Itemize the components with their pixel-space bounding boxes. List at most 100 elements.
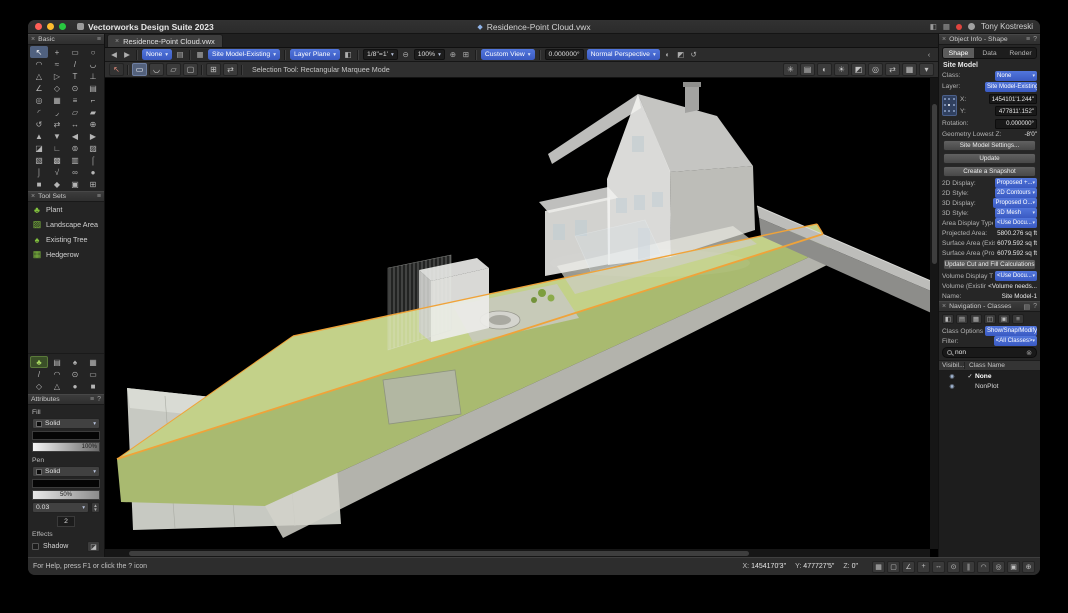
basic-tool-41[interactable]: ⌡ [30, 166, 48, 178]
basic-tool-15[interactable]: ⊙ [66, 82, 84, 94]
layer-scale-dropdown[interactable]: 1/8"=1' ▾ [363, 49, 398, 60]
document-tab[interactable]: × Residence-Point Cloud.vwx [107, 34, 223, 47]
menu-icon[interactable]: ≡ [97, 36, 101, 43]
basic-tool-39[interactable]: ▥ [66, 154, 84, 166]
snap-to-point-icon[interactable]: + [917, 561, 930, 573]
unified-view-icon[interactable]: ◩ [676, 49, 686, 60]
grid-toggle-icon[interactable]: ▦ [902, 63, 917, 76]
tab-data[interactable]: Data [974, 48, 1005, 58]
3d-style-dropdown[interactable]: 3D Mesh ▾ [995, 208, 1037, 218]
projection-dropdown[interactable]: Normal Perspective ▾ [587, 49, 660, 60]
flyover-icon[interactable]: ↺ [689, 49, 699, 60]
collapse-viewbar-icon[interactable]: ‹ [924, 49, 934, 60]
basic-tool-03[interactable]: ▭ [66, 46, 84, 58]
toolset-tool-05[interactable]: / [30, 368, 48, 380]
menubar-extra-icon-2[interactable]: ▦ [943, 22, 950, 31]
basic-tool-42[interactable]: √ [48, 166, 66, 178]
basic-tool-24[interactable]: ▰ [84, 106, 102, 118]
rotation-field[interactable]: 0.000000° [995, 119, 1037, 129]
help-icon[interactable]: ? [97, 396, 101, 403]
toolset-tool-02[interactable]: ▤ [48, 356, 66, 368]
snap-tangent-icon[interactable]: ◠ [977, 561, 990, 573]
basic-tool-28[interactable]: ⊕ [84, 118, 102, 130]
current-tool-icon[interactable]: ↖ [109, 63, 124, 76]
fill-opacity-slider[interactable]: 100% [32, 442, 100, 452]
basic-tool-17[interactable]: ◎ [30, 94, 48, 106]
close-icon[interactable]: × [942, 36, 946, 43]
mode-polygon-marquee[interactable]: ▱ [166, 63, 181, 76]
menu-icon[interactable]: ≡ [1026, 36, 1030, 43]
toolset-tool-09[interactable]: ◇ [30, 380, 48, 392]
basic-tool-44[interactable]: ● [84, 166, 102, 178]
basic-tool-20[interactable]: ⌐ [84, 94, 102, 106]
object-layer-dropdown[interactable]: Site Model-Existing ▾ [985, 82, 1037, 92]
basic-tool-32[interactable]: ▶ [84, 130, 102, 142]
tool-selection[interactable]: ↖ [30, 46, 48, 58]
update-cut-fill-button[interactable]: Update Cut and Fill Calculations [943, 259, 1036, 270]
basic-tool-48[interactable]: ⊞ [84, 178, 102, 190]
basic-tool-37[interactable]: ▧ [30, 154, 48, 166]
basic-tool-08[interactable]: ◡ [84, 58, 102, 70]
toolset-tool-10[interactable]: △ [48, 380, 66, 392]
column-visibility[interactable]: Visibil... [939, 362, 965, 369]
nav-references-tab-icon[interactable]: ▣ [998, 314, 1010, 324]
snap-to-angle-icon[interactable]: ∠ [902, 561, 915, 573]
class-search-field[interactable]: non ⊗ [942, 347, 1037, 358]
clip-cube-icon[interactable]: ◩ [851, 63, 866, 76]
toolset-tool-11[interactable]: ● [66, 380, 84, 392]
snap-to-edge-icon[interactable]: ⊙ [947, 561, 960, 573]
close-icon[interactable]: × [31, 36, 35, 43]
basic-tool-11[interactable]: T [66, 70, 84, 82]
snap-options-icon[interactable]: ⊕ [1022, 561, 1035, 573]
horizontal-scrollbar[interactable] [105, 549, 930, 557]
area-display-type-dropdown[interactable]: <Use Docu... ▾ [995, 218, 1037, 228]
3d-display-dropdown[interactable]: Proposed O... ▾ [993, 198, 1037, 208]
basic-tool-13[interactable]: ∠ [30, 82, 48, 94]
toolset-tool-03[interactable]: ♠ [66, 356, 84, 368]
basic-tool-43[interactable]: ∞ [66, 166, 84, 178]
render-mode-icon[interactable]: ◐ [663, 49, 673, 60]
fill-color-bar[interactable] [32, 431, 100, 440]
y-coordinate-field[interactable]: 477811'.152" [995, 106, 1037, 116]
basic-palette-header[interactable]: × Basic ≡ [28, 34, 104, 45]
back-icon[interactable]: ◀ [109, 49, 119, 60]
mode-lasso-marquee[interactable]: ◡ [149, 63, 164, 76]
snap-to-distance-icon[interactable]: ↔ [932, 561, 945, 573]
basic-tool-46[interactable]: ◆ [48, 178, 66, 190]
toolset-tool-04[interactable]: ▦ [84, 356, 102, 368]
basic-tool-33[interactable]: ◪ [30, 142, 48, 154]
basic-tool-16[interactable]: ▤ [84, 82, 102, 94]
x-coordinate-field[interactable]: 1454101'1.244" [989, 94, 1037, 104]
zoom-in-icon[interactable]: ⊕ [448, 49, 458, 60]
basic-tool-36[interactable]: ▨ [84, 142, 102, 154]
toolsets-palette-header[interactable]: × Tool Sets ≡ [28, 191, 104, 202]
active-layer-dropdown[interactable]: Site Model-Existing ▾ [208, 49, 280, 60]
line-weight-dropdown[interactable]: 0.03 ▾ [32, 502, 89, 513]
class-display-icon[interactable]: ▤ [800, 63, 815, 76]
nav-viewports-tab-icon[interactable]: ▦ [970, 314, 982, 324]
snap-to-grid-icon[interactable]: ▦ [872, 561, 885, 573]
view-rotation-field[interactable]: 0.000000° [545, 49, 584, 60]
shadow-settings-icon[interactable]: ◪ [87, 541, 100, 552]
mode-rectangular-marquee[interactable]: ▭ [132, 63, 147, 76]
basic-tool-19[interactable]: ≡ [66, 94, 84, 106]
working-plane-dropdown[interactable]: Layer Plane ▾ [290, 49, 340, 60]
clear-search-icon[interactable]: ⊗ [1026, 349, 1032, 357]
line-weight-stepper[interactable]: ▲▼ [91, 502, 100, 513]
tab-close-icon[interactable]: × [115, 38, 119, 45]
basic-tool-38[interactable]: ▩ [48, 154, 66, 166]
class-options-dropdown[interactable]: Show/Snap/Modify O... ▾ [985, 326, 1037, 336]
menu-icon[interactable]: ▤ [1023, 303, 1030, 311]
mode-extra-2[interactable]: ⇄ [223, 63, 238, 76]
visibility-eye-icon[interactable]: ◉ [949, 373, 954, 380]
update-button[interactable]: Update [943, 153, 1036, 164]
reference-point-selector[interactable] [942, 95, 957, 116]
basic-tool-21[interactable]: ◜ [30, 106, 48, 118]
zoom-level-dropdown[interactable]: 100% ▾ [414, 49, 445, 60]
working-plane-snap-icon[interactable]: ▣ [1007, 561, 1020, 573]
basic-tool-27[interactable]: ↔ [66, 118, 84, 130]
basic-tool-47[interactable]: ▣ [66, 178, 84, 190]
create-snapshot-button[interactable]: Create a Snapshot [943, 166, 1036, 177]
toolset-tool-12[interactable]: ■ [84, 380, 102, 392]
toolset-hedgerow[interactable]: ▦ Hedgerow [28, 247, 104, 262]
